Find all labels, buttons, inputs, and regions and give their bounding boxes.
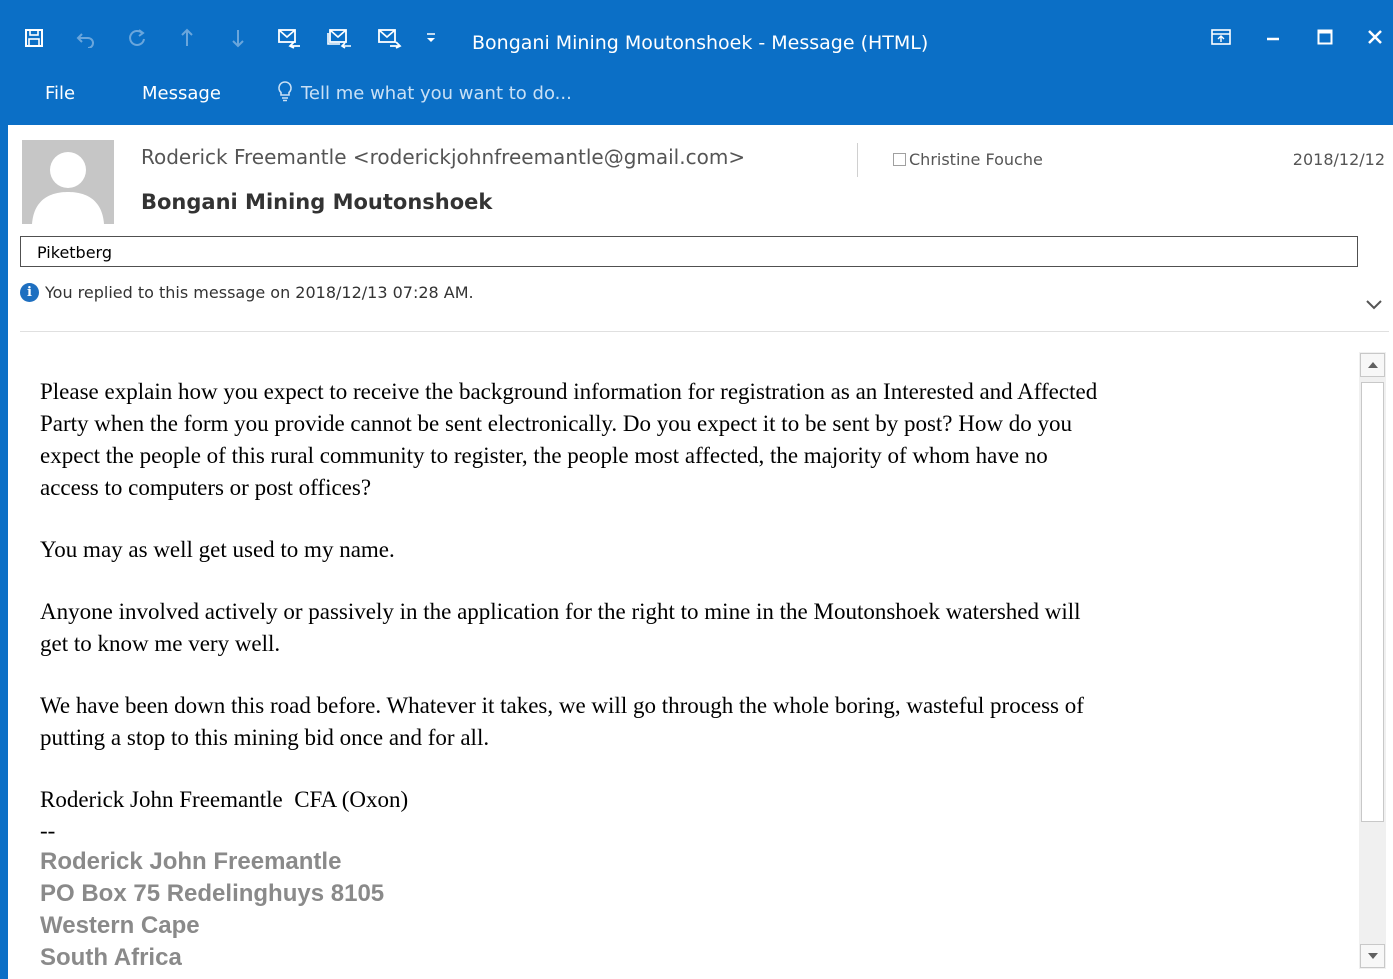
previous-item-icon[interactable] <box>177 26 197 50</box>
recipient-field[interactable]: Christine Fouche <box>893 150 1043 169</box>
maximize-icon[interactable] <box>1310 24 1340 50</box>
category-label: Piketberg <box>37 243 113 262</box>
signature-line: Roderick John Freemantle <box>40 848 342 875</box>
save-icon[interactable] <box>24 26 44 50</box>
undo-icon[interactable] <box>76 26 96 50</box>
signature-separator: -- <box>40 818 56 843</box>
sender-field[interactable]: Roderick Freemantle <roderickjohnfreeman… <box>141 145 745 169</box>
recipient-name: Christine Fouche <box>909 150 1043 169</box>
body-line: Anyone involved actively or passively in… <box>40 599 1081 624</box>
message-subject: Bongani Mining Moutonshoek <box>141 190 493 214</box>
header-separator <box>20 331 1389 332</box>
customize-qat-icon[interactable] <box>424 26 438 50</box>
signature-line: South Africa <box>40 944 182 971</box>
header-divider <box>857 143 858 177</box>
lightbulb-icon <box>277 80 293 107</box>
signature-line: PO Box 75 Redelinghuys 8105 <box>40 880 385 907</box>
window-title: Bongani Mining Moutonshoek - Message (HT… <box>472 32 929 54</box>
tell-me-search[interactable]: Tell me what you want to do... <box>277 80 572 107</box>
message-body: Please explain how you expect to receive… <box>40 376 1340 974</box>
ribbon-display-options-icon[interactable] <box>1206 24 1236 50</box>
tab-file[interactable]: File <box>45 83 75 104</box>
scroll-down-icon[interactable] <box>1360 944 1385 968</box>
tab-message[interactable]: Message <box>142 83 221 104</box>
recipient-checkbox[interactable] <box>893 153 906 166</box>
sender-avatar <box>22 140 114 224</box>
info-icon: i <box>20 283 39 302</box>
scroll-thumb[interactable] <box>1361 382 1384 822</box>
signature-block: Roderick John Freemantle PO Box 75 Redel… <box>40 846 1340 974</box>
body-line: get to know me very well. <box>40 631 281 656</box>
body-line: We have been down this road before. What… <box>40 693 1084 718</box>
body-line: Party when the form you provide cannot b… <box>40 411 1072 436</box>
sent-date: 2018/12/12 <box>1292 150 1385 169</box>
body-line: You may as well get used to my name. <box>40 537 395 562</box>
info-text: You replied to this message on 2018/12/1… <box>45 283 474 302</box>
window-border <box>0 125 8 979</box>
body-line: expect the people of this rural communit… <box>40 443 1048 468</box>
close-icon[interactable] <box>1360 24 1390 50</box>
body-line: putting a stop to this mining bid once a… <box>40 725 490 750</box>
signature-line: Western Cape <box>40 912 200 939</box>
signoff: Roderick John Freemantle CFA (Oxon) <box>40 787 409 812</box>
vertical-scrollbar[interactable] <box>1359 352 1386 969</box>
ribbon-tab-bar: File Message Tell me what you want to do… <box>0 72 1393 125</box>
minimize-icon[interactable] <box>1258 24 1288 50</box>
title-bar: Bongani Mining Moutonshoek - Message (HT… <box>0 0 1393 72</box>
forward-icon[interactable] <box>376 26 402 50</box>
scroll-up-icon[interactable] <box>1360 353 1385 377</box>
redo-icon[interactable] <box>127 26 147 50</box>
body-line: Please explain how you expect to receive… <box>40 379 1098 404</box>
category-bar[interactable]: Piketberg <box>20 236 1358 267</box>
reply-all-icon[interactable] <box>326 26 352 50</box>
tell-me-placeholder: Tell me what you want to do... <box>301 83 572 104</box>
info-bar: i You replied to this message on 2018/12… <box>20 283 474 302</box>
reply-icon[interactable] <box>276 26 302 50</box>
chevron-down-icon[interactable] <box>1364 296 1384 312</box>
body-line: access to computers or post offices? <box>40 475 372 500</box>
next-item-icon[interactable] <box>228 26 248 50</box>
